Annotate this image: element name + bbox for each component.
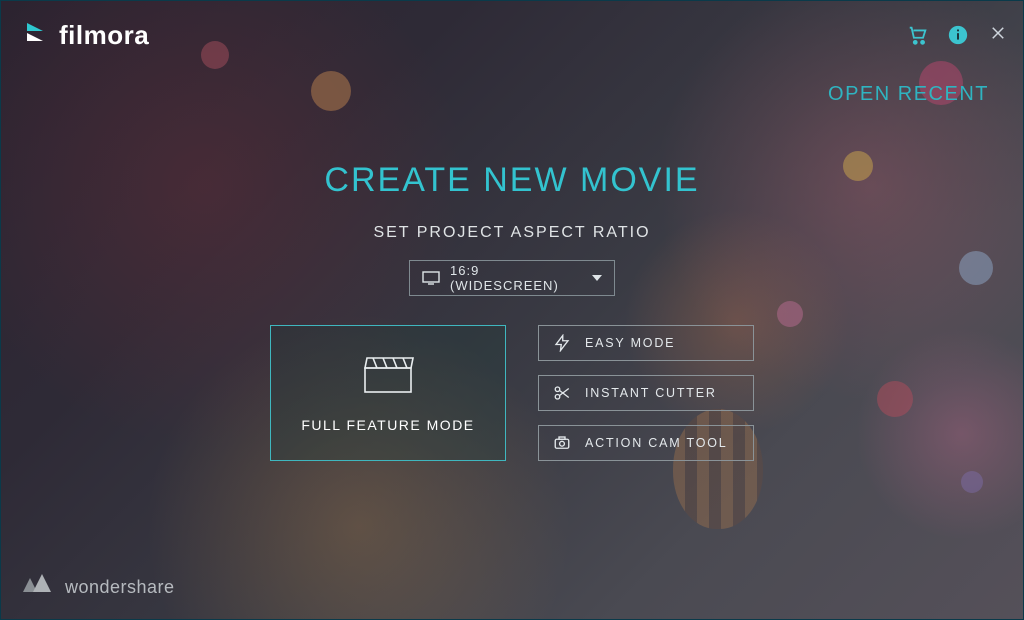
footer-brand: wondershare (23, 574, 175, 601)
aspect-ratio-select[interactable]: 16:9 (WIDESCREEN) (409, 260, 615, 296)
action-cam-label: ACTION CAM TOOL (585, 436, 728, 450)
lightning-icon (553, 334, 571, 352)
wondershare-logo-icon (23, 574, 53, 601)
info-icon[interactable] (947, 24, 969, 46)
mode-area: FULL FEATURE MODE EASY MODE INSTANT CUTT… (1, 325, 1023, 461)
full-feature-mode-label: FULL FEATURE MODE (301, 417, 474, 433)
confetti-dot (777, 301, 803, 327)
close-icon[interactable] (987, 22, 1009, 48)
easy-mode-label: EASY MODE (585, 336, 675, 350)
brand-name: filmora (59, 20, 149, 51)
scissors-icon (553, 384, 571, 402)
monitor-icon (422, 271, 440, 285)
aspect-ratio-label: SET PROJECT ASPECT RATIO (1, 224, 1023, 242)
easy-mode-button[interactable]: EASY MODE (538, 325, 754, 361)
camera-icon (553, 434, 571, 452)
aspect-ratio-value: 16:9 (WIDESCREEN) (450, 263, 592, 293)
clapperboard-icon (361, 354, 415, 401)
full-feature-mode-button[interactable]: FULL FEATURE MODE (270, 325, 506, 461)
cart-icon[interactable] (907, 24, 929, 46)
logo-icon (21, 19, 49, 52)
top-actions (907, 22, 1009, 48)
chevron-down-icon (592, 271, 602, 286)
confetti-dot (311, 71, 351, 111)
mode-list: EASY MODE INSTANT CUTTER ACTION CAM T (538, 325, 754, 461)
app-window: filmora (0, 0, 1024, 620)
page-title: CREATE NEW MOVIE (1, 161, 1023, 200)
topbar: filmora (21, 15, 1009, 55)
action-cam-tool-button[interactable]: ACTION CAM TOOL (538, 425, 754, 461)
footer-company: wondershare (65, 577, 175, 598)
confetti-dot (961, 471, 983, 493)
instant-cutter-button[interactable]: INSTANT CUTTER (538, 375, 754, 411)
open-recent-link[interactable]: OPEN RECENT (828, 83, 989, 106)
brand: filmora (21, 19, 149, 52)
center-stack: CREATE NEW MOVIE SET PROJECT ASPECT RATI… (1, 161, 1023, 296)
instant-cutter-label: INSTANT CUTTER (585, 386, 717, 400)
